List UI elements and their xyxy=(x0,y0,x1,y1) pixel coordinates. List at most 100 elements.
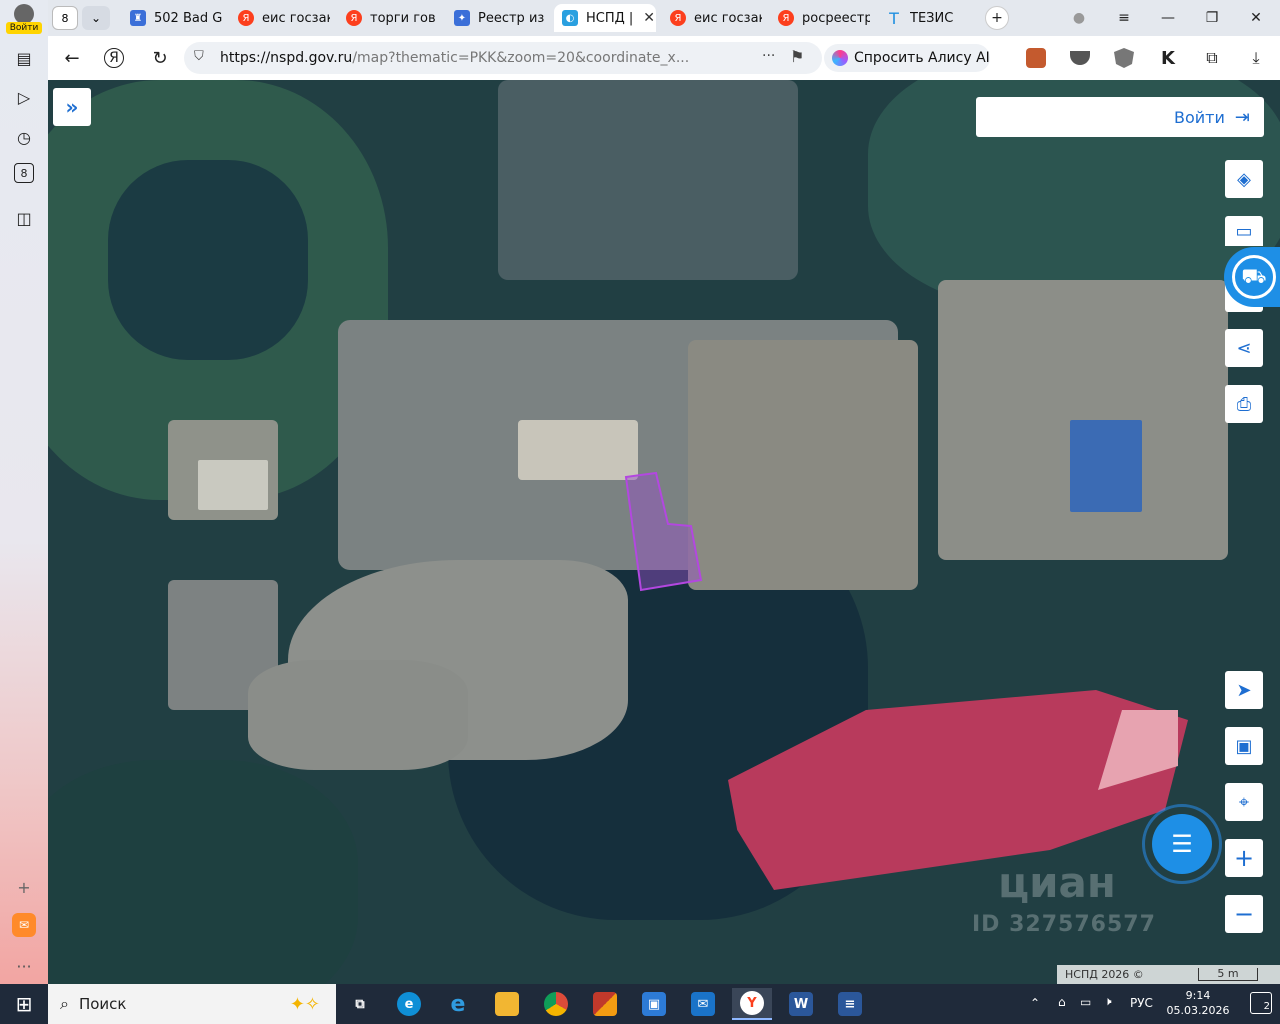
store-icon[interactable]: ▣ xyxy=(634,988,674,1020)
tab-nspd[interactable]: ◐ НСПД | ✕ xyxy=(554,4,656,32)
clock-time: 9:14 xyxy=(1185,989,1211,1002)
cadastral-parcel-polygon xyxy=(624,471,703,592)
layers-icon[interactable]: ◈ xyxy=(1225,160,1263,198)
navigation-bar: ← Я ↻ ⛉ https://nspd.gov.ru/map?thematic… xyxy=(48,36,1280,80)
language-indicator[interactable]: РУС xyxy=(1130,996,1153,1010)
profile-login-label: Войти xyxy=(6,22,42,34)
yandex-browser-icon[interactable]: Y xyxy=(732,988,772,1020)
tab-tezis[interactable]: T ТЕЗИС xyxy=(878,4,978,32)
add-panel-icon[interactable]: + xyxy=(10,873,38,901)
tab-list-chevron-icon[interactable]: ⌄ xyxy=(82,6,110,30)
search-location-icon[interactable]: ⌖ xyxy=(1225,783,1263,821)
speaker-muted-icon[interactable]: 🕨 xyxy=(1104,994,1112,1009)
site-security-icon[interactable]: ⛉ xyxy=(194,49,210,67)
clock[interactable]: 9:14 05.03.2026 xyxy=(1162,988,1234,1018)
new-tab-plus-icon[interactable]: + xyxy=(985,6,1009,30)
mail-icon[interactable]: ✉ xyxy=(12,913,36,937)
notifications-icon[interactable]: 2 xyxy=(1250,992,1272,1014)
edge-icon[interactable]: e xyxy=(389,988,429,1020)
zoom-in-icon[interactable]: + xyxy=(1225,839,1263,877)
file-explorer-icon[interactable] xyxy=(487,988,527,1020)
document-icon[interactable]: ≡ xyxy=(830,988,870,1020)
history-icon[interactable]: ◷ xyxy=(10,123,38,151)
tab-eis-1[interactable]: Я еис госзак xyxy=(230,4,330,32)
ruler-icon[interactable]: ▭ xyxy=(1225,216,1263,246)
download-icon[interactable]: ⤓ xyxy=(1246,48,1266,68)
play-icon[interactable]: ▷ xyxy=(10,83,38,111)
counter-icon[interactable]: 8 xyxy=(14,163,34,183)
address-bar[interactable]: ⛉ https://nspd.gov.ru/map?thematic=PKK&z… xyxy=(184,42,822,74)
yandex-favicon-icon: Я xyxy=(670,10,686,26)
back-arrow-icon[interactable]: ← xyxy=(60,46,84,70)
url-text: https://nspd.gov.ru/map?thematic=PKK&zoo… xyxy=(220,50,690,66)
ask-alice-button[interactable]: Спросить Алису AI xyxy=(824,44,990,72)
k-extension-icon[interactable]: K xyxy=(1158,48,1178,69)
windows-taskbar: ⊞ ⌕ Поиск ✦✧ ⧉ e e ▣ ✉ Y W ≡ ⌃ ⌂ ▭ 🕨 РУС… xyxy=(0,984,1280,1024)
tab-counter[interactable]: 8 xyxy=(52,6,78,30)
routes-icon: ⛟ xyxy=(1232,255,1276,299)
yandex-home-icon[interactable]: Я xyxy=(104,48,124,68)
clock-date: 05.03.2026 xyxy=(1166,1004,1230,1017)
restore-icon[interactable]: ❐ xyxy=(1200,6,1224,30)
cian-watermark: циан ID 327576577 xyxy=(938,840,1178,940)
network-icon[interactable]: ⌂ xyxy=(1058,995,1066,1009)
scale-bar: 5 m xyxy=(1198,968,1258,981)
menu-hamburger-icon[interactable]: ≡ xyxy=(1112,6,1136,30)
tab-close-icon[interactable]: ✕ xyxy=(643,10,655,26)
tezis-favicon-icon: T xyxy=(889,8,899,28)
task-view-icon[interactable]: ⧉ xyxy=(340,988,380,1020)
screenshot-icon[interactable]: ◫ xyxy=(10,204,38,232)
yandex-favicon-icon: Я xyxy=(346,10,362,26)
tab-torgi[interactable]: Я торги гов xyxy=(338,4,438,32)
close-window-icon[interactable]: ✕ xyxy=(1244,6,1268,30)
app-grid-icon[interactable] xyxy=(585,988,625,1020)
map-canvas[interactable]: циан ID 327576577 » Войти ⇥ ◈ ▭ ⛟ ⋖ ⎙ ➤ … xyxy=(48,80,1280,984)
chat-button[interactable]: ☰ xyxy=(1142,804,1222,884)
yandex-favicon-icon: Я xyxy=(238,10,254,26)
internet-explorer-icon[interactable]: e xyxy=(438,988,478,1020)
copilot-sparkle-icon: ✦✧ xyxy=(289,993,320,1015)
more-dots-icon[interactable]: ··· xyxy=(762,48,775,64)
word-icon[interactable]: W xyxy=(781,988,821,1020)
tab-rosreestr[interactable]: Я росреестр xyxy=(770,4,870,32)
extensions-puzzle-icon[interactable]: ⧉ xyxy=(1202,48,1222,68)
profile-button[interactable]: Войти xyxy=(0,0,48,36)
tab-favicon-icon: ✦ xyxy=(454,10,470,26)
tab-reestr[interactable]: ✦ Реестр из xyxy=(446,4,546,32)
bookmark-icon[interactable]: ⚑ xyxy=(790,47,804,66)
geolocation-arrow-icon[interactable]: ➤ xyxy=(1225,671,1263,709)
browser-sidebar: Войти ▤ ▷ ◷ 8 ◫ + ✉ ··· xyxy=(0,0,48,984)
collections-icon[interactable]: ▤ xyxy=(10,44,38,72)
zoom-out-icon[interactable]: − xyxy=(1225,895,1263,933)
print-icon[interactable]: ⎙ xyxy=(1225,385,1263,423)
minimize-icon[interactable]: — xyxy=(1156,6,1180,30)
map-attribution: НСПД 2026 © 5 m xyxy=(1057,965,1280,984)
share-icon[interactable]: ⋖ xyxy=(1225,329,1263,367)
system-tray: ⌃ ⌂ ▭ 🕨 РУС 9:14 05.03.2026 2 xyxy=(1030,984,1280,1024)
yandex-favicon-icon: Я xyxy=(778,10,794,26)
windows-start-icon[interactable]: ⊞ xyxy=(0,984,48,1024)
search-icon: ⌕ xyxy=(60,994,69,1013)
shield-extension-icon[interactable] xyxy=(1114,48,1134,68)
taskbar-search[interactable]: ⌕ Поиск ✦✧ xyxy=(48,984,336,1024)
login-arrow-icon: ⇥ xyxy=(1234,106,1250,128)
more-icon[interactable]: ··· xyxy=(10,952,38,980)
nspd-favicon-icon: ◐ xyxy=(562,10,578,26)
tray-expand-chevron-icon[interactable]: ⌃ xyxy=(1030,996,1040,1010)
battery-icon[interactable]: ▭ xyxy=(1080,995,1091,1009)
tab-eis-2[interactable]: Я еис госзак xyxy=(662,4,762,32)
extension-1-icon[interactable] xyxy=(1026,48,1046,68)
tab-502[interactable]: ♜ 502 Bad G xyxy=(122,4,222,32)
extension-2-icon[interactable] xyxy=(1070,51,1090,65)
watermark-name: циан xyxy=(998,858,1116,907)
chrome-icon[interactable] xyxy=(536,988,576,1020)
account-icon[interactable]: ● xyxy=(1067,6,1091,30)
expand-panel-chevrons-icon[interactable]: » xyxy=(53,88,91,126)
watermark-id: ID 327576577 xyxy=(972,912,1156,937)
outlook-icon[interactable]: ✉ xyxy=(683,988,723,1020)
tab-strip: 8 ⌄ ♜ 502 Bad G Я еис госзак Я торги гов… xyxy=(48,0,1280,36)
reload-icon[interactable]: ↻ xyxy=(148,46,172,70)
login-button[interactable]: Войти ⇥ xyxy=(976,97,1264,137)
minimap-icon[interactable]: ▣ xyxy=(1225,727,1263,765)
routes-extension-button[interactable]: ⛟ xyxy=(1224,247,1280,307)
